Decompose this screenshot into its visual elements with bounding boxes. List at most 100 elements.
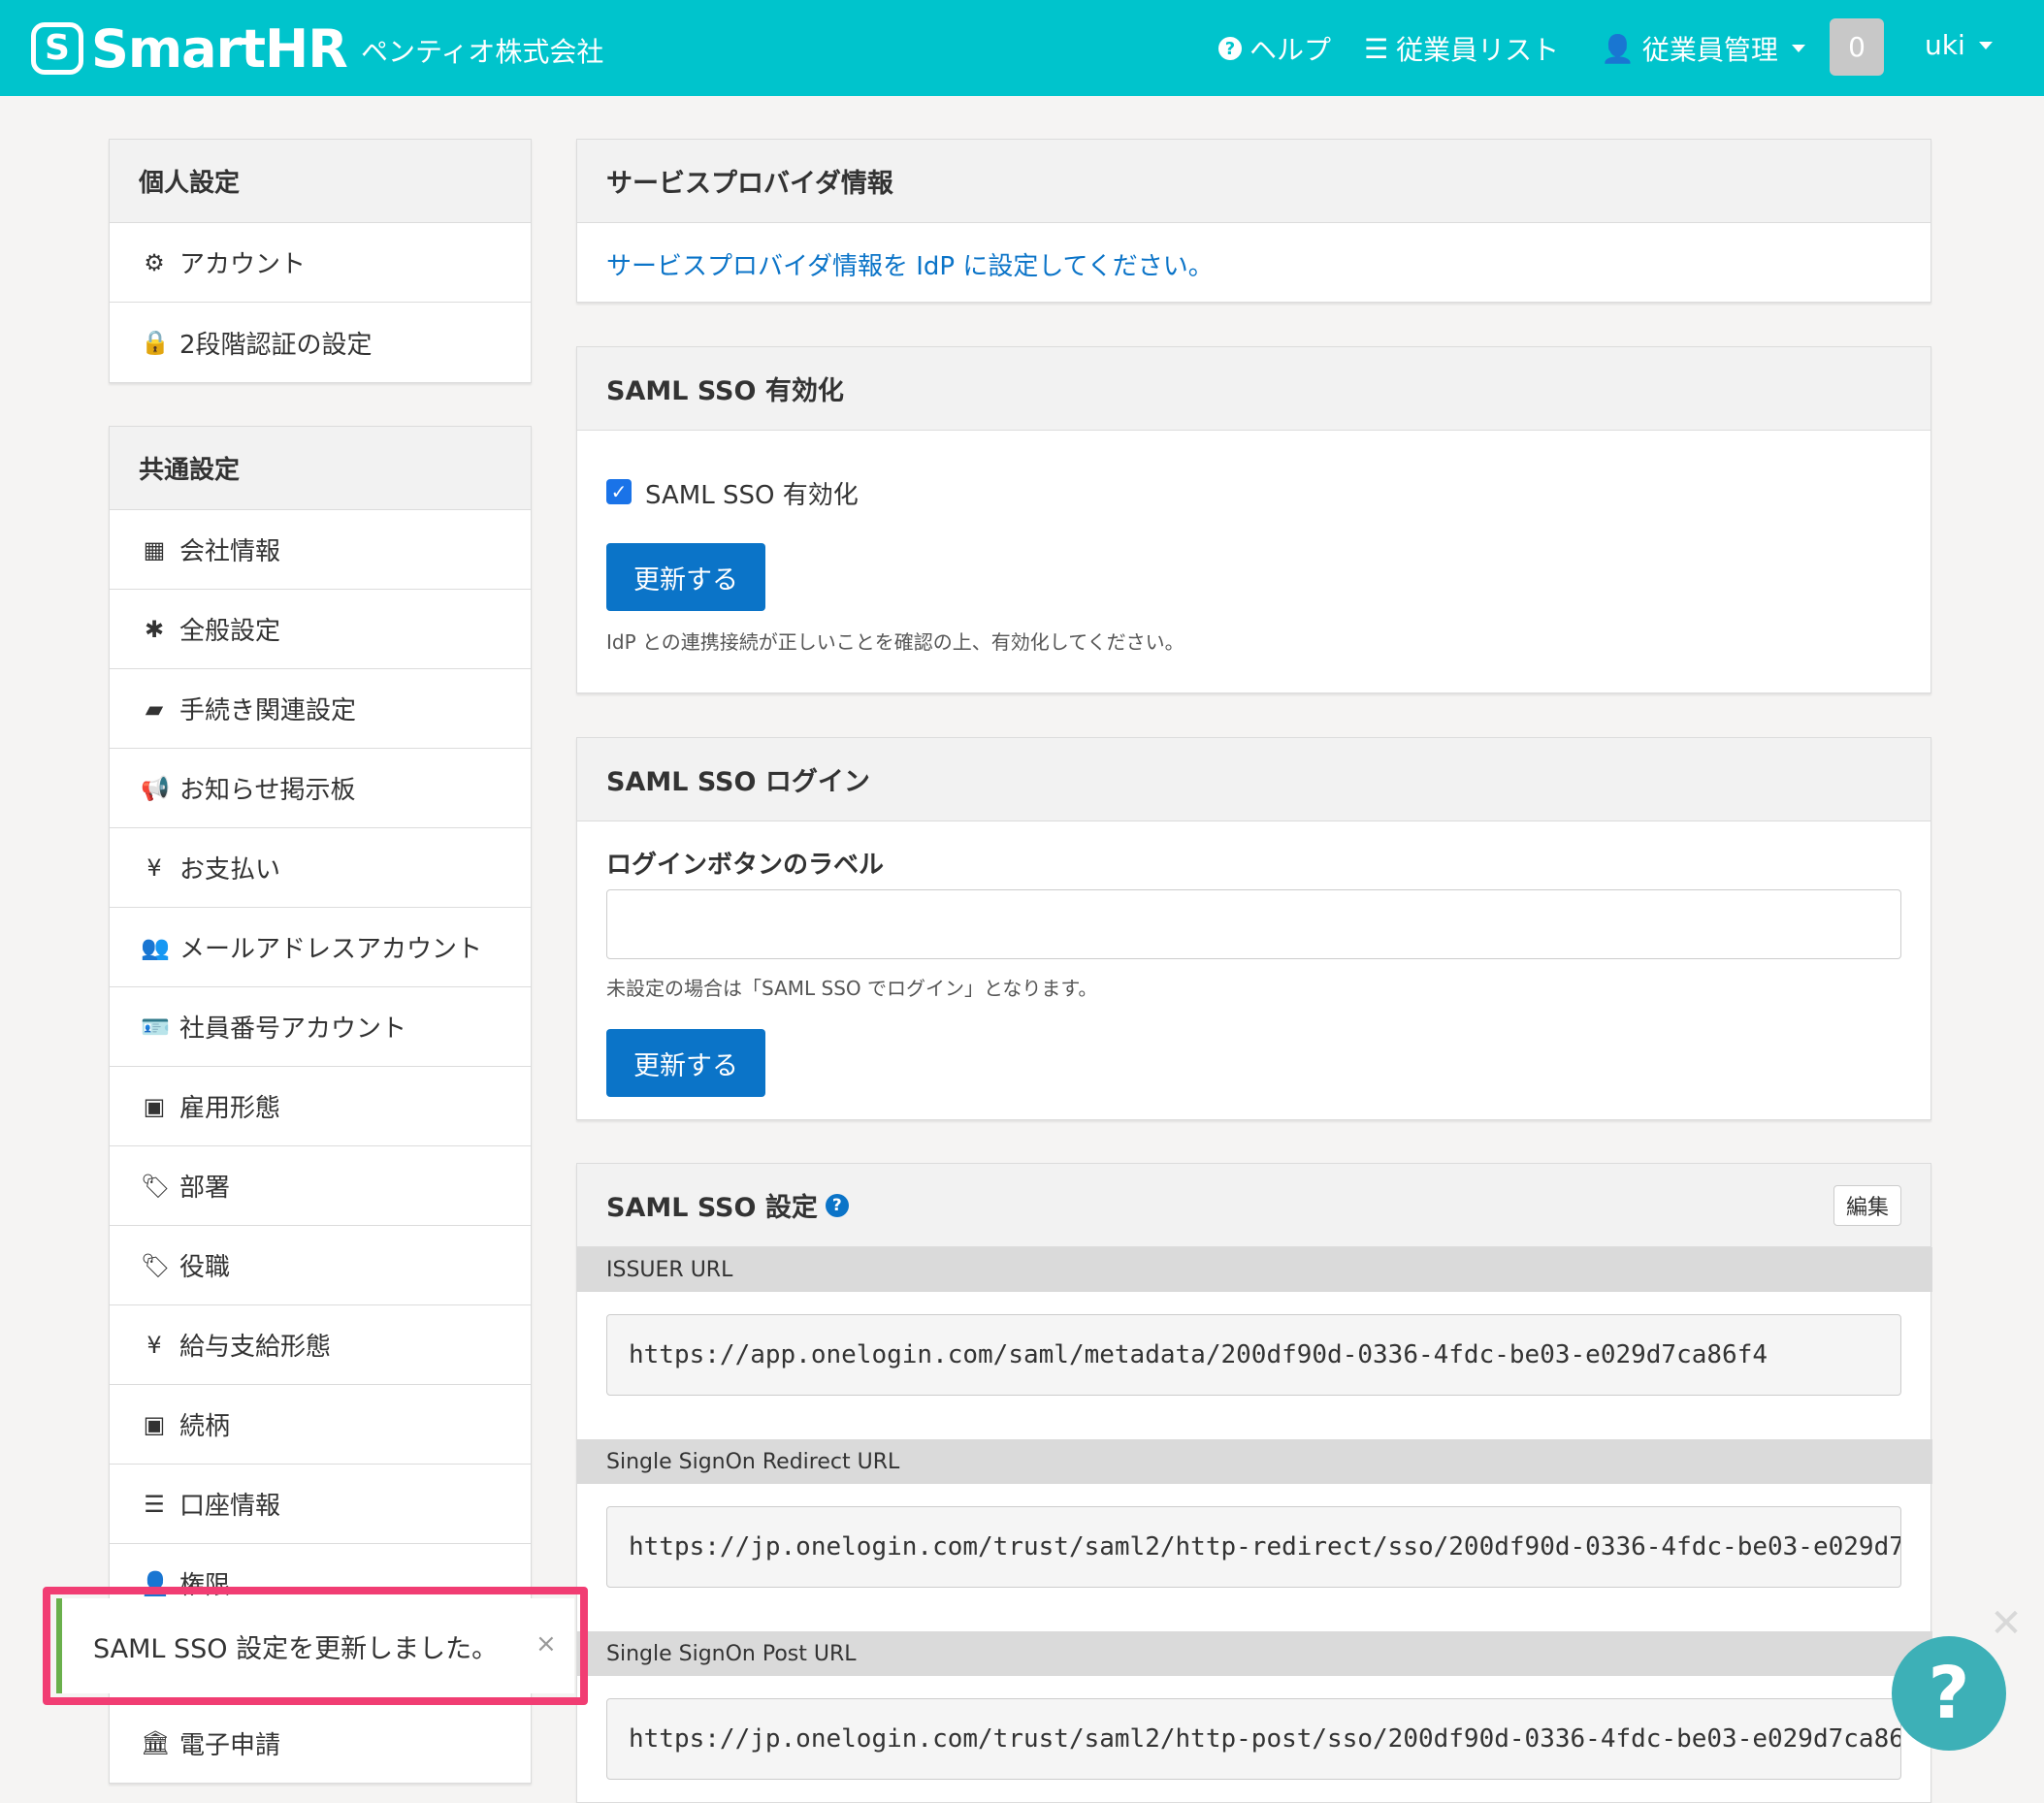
sidebar-item-label: 2段階認証の設定 bbox=[179, 330, 373, 360]
sidebar-item-departments[interactable]: 🏷 部署 bbox=[110, 1146, 531, 1226]
post-url-label: Single SignOn Post URL bbox=[577, 1631, 1932, 1676]
sidebar-item-email-accounts[interactable]: 👥 メールアドレスアカウント bbox=[110, 908, 531, 987]
sidebar-item-label: 部署 bbox=[179, 1174, 231, 1203]
user-icon: 👤 bbox=[1601, 32, 1635, 65]
sidebar-item-label: メールアドレスアカウント bbox=[179, 935, 483, 964]
sso-enable-hint: IdP との連携接続が正しいことを確認の上、有効化してください。 bbox=[606, 630, 1184, 654]
badge-icon: ▣ bbox=[143, 1092, 166, 1120]
sidebar-item-relationship[interactable]: ▣ 続柄 bbox=[110, 1385, 531, 1465]
gear-icon: ⚙ bbox=[144, 248, 165, 276]
book-icon: ▰ bbox=[145, 694, 164, 723]
company-name: ペンティオ株式会社 bbox=[361, 36, 604, 68]
issuer-url-field[interactable]: https://app.onelogin.com/saml/metadata/2… bbox=[606, 1314, 1901, 1396]
nav-employee-list[interactable]: ☰ 従業員リスト bbox=[1364, 29, 1559, 68]
sso-enable-title: SAML SSO 有効化 bbox=[577, 347, 1930, 431]
common-settings-title: 共通設定 bbox=[110, 427, 531, 510]
sidebar-item-employee-number-accounts[interactable]: 🪪 社員番号アカウント bbox=[110, 987, 531, 1067]
sso-login-card: SAML SSO ログイン ログインボタンのラベル 未設定の場合は「SAML S… bbox=[576, 737, 1931, 1120]
sp-info-card: サービスプロバイダ情報 サービスプロバイダ情報を IdP に設定してください。 bbox=[576, 139, 1931, 303]
sso-enable-update-button[interactable]: 更新する bbox=[606, 543, 765, 611]
caret-down-icon bbox=[1791, 45, 1805, 52]
sidebar-item-2fa[interactable]: 🔒 2段階認証の設定 bbox=[110, 303, 531, 382]
question-circle-icon: ? bbox=[1218, 37, 1242, 60]
contact-icon: ▣ bbox=[143, 1410, 166, 1438]
user-name: uki bbox=[1925, 29, 1965, 61]
personal-settings-panel: 個人設定 ⚙ アカウント 🔒 2段階認証の設定 bbox=[109, 139, 532, 383]
personal-settings-title: 個人設定 bbox=[110, 140, 531, 223]
sidebar-item-label: 雇用形態 bbox=[179, 1094, 281, 1123]
list-alt-icon: ☰ bbox=[144, 1490, 165, 1518]
floating-help-button[interactable]: ? bbox=[1892, 1636, 2006, 1751]
login-label-field-title: ログインボタンのラベル bbox=[606, 851, 885, 880]
issuer-url-label: ISSUER URL bbox=[577, 1247, 1932, 1292]
sidebar-item-payment[interactable]: ¥ お支払い bbox=[110, 828, 531, 908]
toast-close-icon[interactable]: × bbox=[535, 1629, 557, 1658]
sidebar-item-positions[interactable]: 🏷 役職 bbox=[110, 1226, 531, 1305]
tags-icon: 🏷 bbox=[141, 1172, 171, 1200]
floating-help-close-icon[interactable]: ✕ bbox=[1989, 1601, 2024, 1646]
sidebar-item-label: 手続き関連設定 bbox=[179, 696, 357, 725]
sso-settings-header: SAML SSO 設定 ? bbox=[577, 1164, 1930, 1247]
sidebar-item-label: 役職 bbox=[179, 1253, 231, 1282]
smarthr-logo[interactable]: S SmartHR bbox=[31, 17, 348, 80]
question-circle-icon[interactable]: ? bbox=[825, 1193, 849, 1217]
users-icon: 👥 bbox=[141, 933, 170, 961]
bullhorn-icon: 📢 bbox=[141, 774, 170, 802]
user-menu[interactable]: uki bbox=[1925, 29, 1993, 61]
sidebar-item-employment-type[interactable]: ▣ 雇用形態 bbox=[110, 1067, 531, 1146]
nav-employee-list-label: 従業員リスト bbox=[1396, 34, 1560, 66]
sp-info-link[interactable]: サービスプロバイダ情報を IdP に設定してください。 bbox=[606, 246, 1214, 282]
nav-help[interactable]: ? ヘルプ bbox=[1218, 29, 1331, 68]
logo-text: SmartHR bbox=[91, 17, 348, 80]
sso-login-title: SAML SSO ログイン bbox=[577, 738, 1930, 821]
top-navbar: S SmartHR ペンティオ株式会社 ? ヘルプ ☰ 従業員リスト 👤 従業員… bbox=[0, 0, 2044, 96]
yen-circle-icon: ¥ bbox=[146, 1331, 162, 1359]
sp-info-title: サービスプロバイダ情報 bbox=[577, 140, 1930, 223]
sidebar-item-label: 全般設定 bbox=[179, 617, 281, 646]
sidebar-item-label: お支払い bbox=[179, 855, 281, 885]
sso-settings-card: SAML SSO 設定 ? 編集 ISSUER URL https://app.… bbox=[576, 1163, 1932, 1803]
nav-employee-manage-label: 従業員管理 bbox=[1641, 34, 1778, 66]
sidebar-item-procedures[interactable]: ▰ 手続き関連設定 bbox=[110, 669, 531, 749]
sidebar-item-account[interactable]: ⚙ アカウント bbox=[110, 223, 531, 303]
sidebar-item-label: 続柄 bbox=[179, 1412, 231, 1441]
sidebar-item-label: 会社情報 bbox=[179, 537, 281, 566]
sso-enable-checkbox-label[interactable]: SAML SSO 有効化 bbox=[645, 475, 859, 511]
sidebar-item-label: 口座情報 bbox=[179, 1492, 281, 1521]
nav-employee-manage[interactable]: 👤 従業員管理 bbox=[1601, 29, 1805, 68]
nav-help-label: ヘルプ bbox=[1249, 34, 1332, 66]
sso-login-update-button[interactable]: 更新する bbox=[606, 1029, 765, 1097]
bank-icon: 🏛 bbox=[141, 1729, 171, 1756]
sidebar-item-label: 電子申請 bbox=[179, 1730, 281, 1760]
sidebar-item-bank-account[interactable]: ☰ 口座情報 bbox=[110, 1465, 531, 1544]
sso-enable-checkbox[interactable]: ✓ bbox=[606, 479, 632, 504]
tag-icon: 🏷 bbox=[141, 1251, 171, 1279]
redirect-url-label: Single SignOn Redirect URL bbox=[577, 1439, 1932, 1484]
common-settings-panel: 共通設定 ▦ 会社情報 ✱ 全般設定 ▰ 手続き関連設定 📢 お知らせ掲示板 ¥… bbox=[109, 426, 532, 1784]
list-icon: ☰ bbox=[1364, 32, 1389, 65]
sidebar-item-e-application[interactable]: 🏛 電子申請 bbox=[110, 1703, 531, 1783]
sidebar-item-label: 社員番号アカウント bbox=[179, 1014, 407, 1044]
toast-notification: SAML SSO 設定を更新しました。 bbox=[56, 1598, 574, 1693]
edit-button[interactable]: 編集 bbox=[1833, 1185, 1901, 1226]
notification-badge[interactable]: 0 bbox=[1830, 18, 1884, 76]
sidebar-item-pay-type[interactable]: ¥ 給与支給形態 bbox=[110, 1305, 531, 1385]
sidebar-item-label: お知らせ掲示板 bbox=[179, 776, 356, 805]
redirect-url-field[interactable]: https://jp.onelogin.com/trust/saml2/http… bbox=[606, 1506, 1901, 1588]
post-url-field[interactable]: https://jp.onelogin.com/trust/saml2/http… bbox=[606, 1698, 1901, 1780]
sidebar-item-bulletin[interactable]: 📢 お知らせ掲示板 bbox=[110, 749, 531, 828]
sso-enable-card: SAML SSO 有効化 ✓ SAML SSO 有効化 更新する IdP との連… bbox=[576, 346, 1931, 693]
caret-down-icon bbox=[1978, 41, 1993, 49]
sidebar-item-general[interactable]: ✱ 全般設定 bbox=[110, 590, 531, 669]
sso-login-hint: 未設定の場合は「SAML SSO でログイン」となります。 bbox=[606, 977, 1098, 1000]
lock-icon: 🔒 bbox=[141, 329, 170, 356]
logo-mark: S bbox=[31, 22, 83, 75]
login-label-input[interactable] bbox=[606, 889, 1901, 959]
sidebar-item-label: アカウント bbox=[179, 250, 307, 279]
building-icon: ▦ bbox=[143, 535, 166, 563]
sso-settings-title: SAML SSO 設定 bbox=[606, 1193, 818, 1223]
asterisk-icon: ✱ bbox=[144, 615, 165, 643]
id-card-icon: 🪪 bbox=[141, 1013, 170, 1041]
toast-message: SAML SSO 設定を更新しました。 bbox=[93, 1633, 499, 1664]
sidebar-item-company-info[interactable]: ▦ 会社情報 bbox=[110, 510, 531, 590]
